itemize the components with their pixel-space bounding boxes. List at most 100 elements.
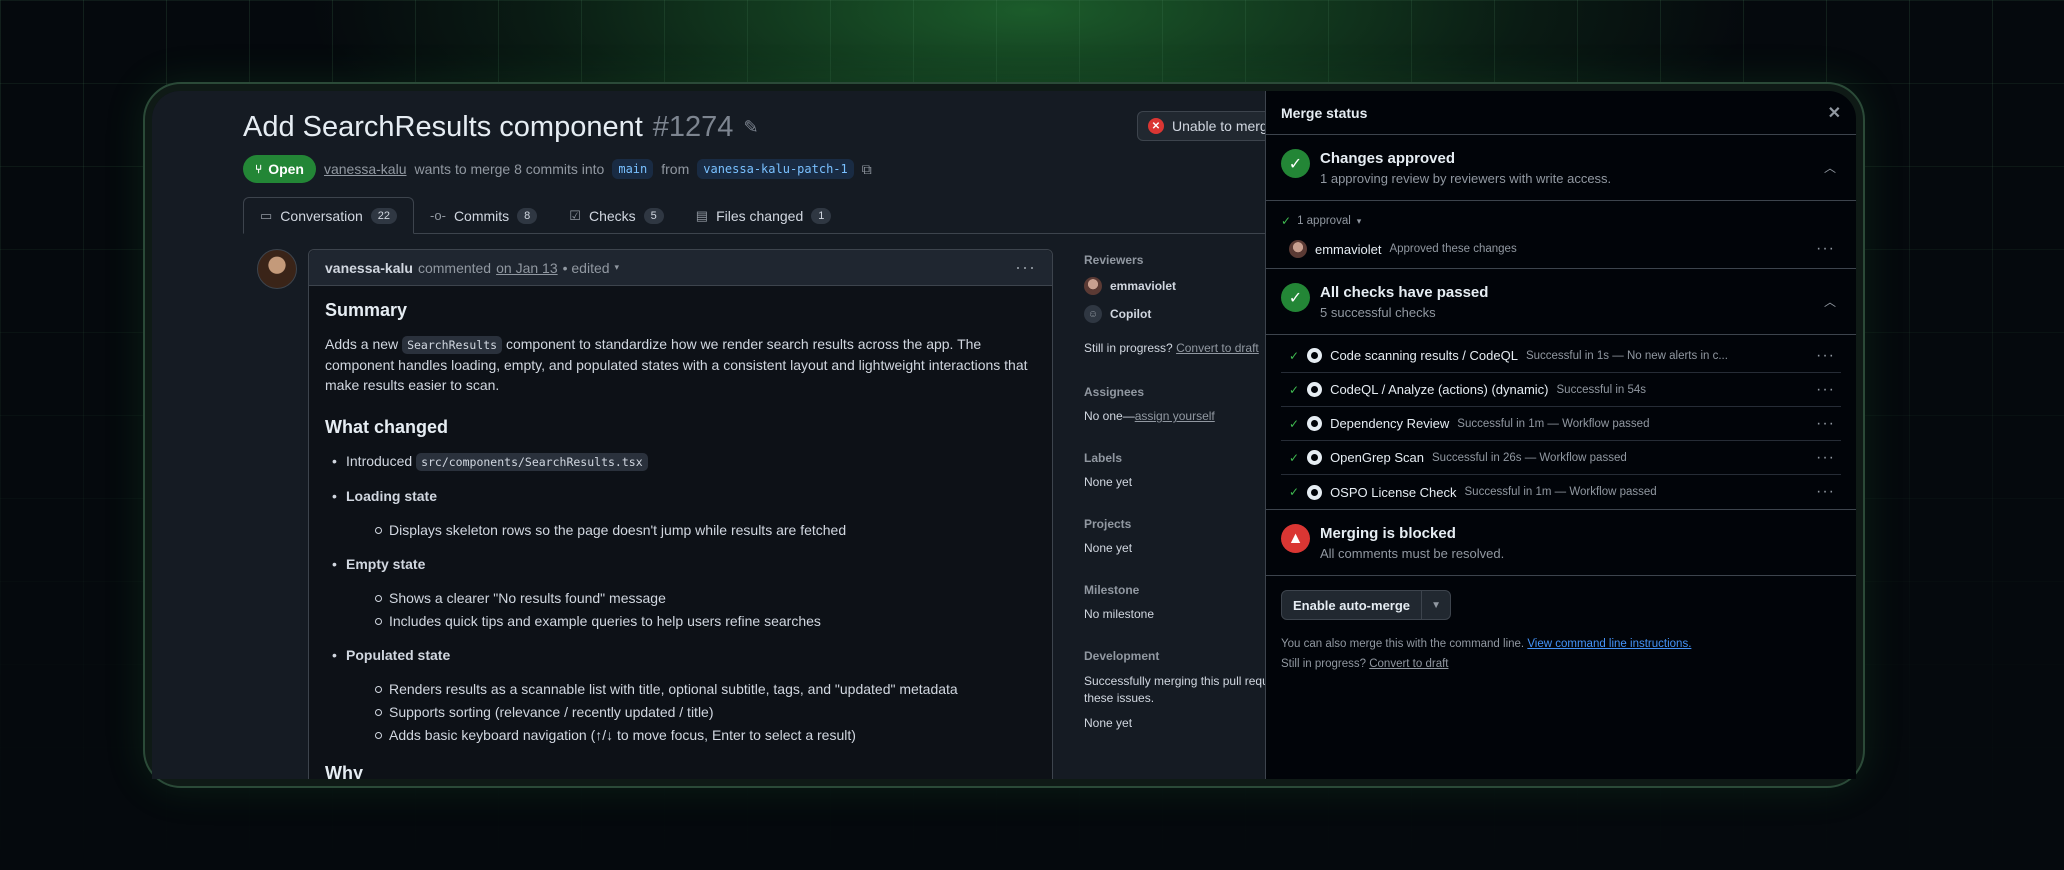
check-row[interactable]: ✓ OpenGrep Scan Successful in 26s — Work… [1281, 441, 1841, 475]
list-item-heading: Populated state [346, 647, 451, 663]
tab-checks[interactable]: ☑ Checks 5 [553, 197, 679, 234]
approval-row: emmaviolet Approved these changes ··· [1281, 240, 1841, 258]
development-text: Successfully merging this pull requ [1084, 674, 1269, 688]
tab-commits[interactable]: -o- Commits 8 [414, 197, 553, 234]
comment-edited[interactable]: • edited [563, 260, 610, 276]
projects-heading[interactable]: Projects [1084, 517, 1265, 531]
kebab-menu-icon[interactable]: ··· [1816, 449, 1835, 467]
summary-heading: Summary [325, 300, 408, 320]
reviewer-item[interactable]: emmaviolet [1084, 277, 1265, 295]
kebab-menu-icon[interactable]: ··· [1015, 257, 1036, 278]
triangle-down-icon[interactable]: ▼ [1422, 591, 1450, 619]
sub-list: Renders results as a scannable list with… [346, 679, 1036, 745]
labels-heading[interactable]: Labels [1084, 451, 1265, 465]
pr-description-comment: vanessa-kalu commented on Jan 13 • edite… [308, 249, 1053, 779]
kebab-menu-icon[interactable]: ··· [1816, 347, 1835, 365]
auto-merge-button-group: Enable auto-merge ▼ [1281, 590, 1452, 620]
enable-auto-merge-button[interactable]: Enable auto-merge [1282, 591, 1423, 619]
draft-note: Still in progress? Convert to draft [1281, 654, 1841, 674]
tab-label: Commits [453, 207, 510, 224]
convert-to-draft-link[interactable]: Convert to draft [1176, 341, 1259, 355]
tab-conversation[interactable]: ▭ Conversation 22 [243, 197, 415, 234]
cli-instructions-link[interactable]: View command line instructions. [1527, 638, 1691, 650]
kebab-menu-icon[interactable]: ··· [1816, 483, 1835, 501]
head-branch[interactable]: vanessa-kalu-patch-1 [697, 159, 854, 179]
base-branch[interactable]: main [612, 159, 654, 179]
approval-count: 1 approval [1297, 215, 1351, 227]
approver-name[interactable]: emmaviolet [1315, 242, 1381, 257]
unable-to-merge-label: Unable to merg [1172, 118, 1268, 134]
check-icon: ✓ [1289, 450, 1300, 465]
development-heading[interactable]: Development [1084, 649, 1265, 663]
tab-label: Checks [588, 207, 636, 224]
sub-list-item: Displays skeleton rows so the page doesn… [346, 520, 1036, 540]
check-icon: ✓ [1289, 382, 1300, 397]
milestone-section: Milestone No milestone [1084, 583, 1265, 621]
check-icon: ✓ [1289, 416, 1300, 431]
edit-pencil-icon[interactable]: ✎ [743, 117, 758, 138]
unable-to-merge-button[interactable]: ✕ Unable to merg [1137, 111, 1283, 141]
check-row[interactable]: ✓ CodeQL / Analyze (actions) (dynamic) S… [1281, 373, 1841, 407]
tab-files-changed[interactable]: ▤ Files changed 1 [680, 197, 848, 234]
chevron-up-icon[interactable]: ︿ [1824, 293, 1836, 310]
reviewers-section: Reviewers emmaviolet ☺ Copilot Still in … [1084, 253, 1265, 355]
merge-status-panel: Merge status ✕ ✓ Changes approved 1 appr… [1265, 91, 1856, 779]
reviewer-item[interactable]: ☺ Copilot [1084, 305, 1265, 323]
github-icon [1307, 484, 1323, 500]
checks-passed-section[interactable]: ✓ All checks have passed 5 successful ch… [1266, 269, 1856, 335]
assignees-value: No one—assign yourself [1084, 409, 1265, 423]
check-name: CodeQL / Analyze (actions) (dynamic) [1330, 382, 1549, 397]
pr-title: Add SearchResults component #1274 ✎ [243, 111, 759, 144]
checks-list: ✓ Code scanning results / CodeQL Success… [1266, 335, 1856, 510]
assignees-heading[interactable]: Assignees [1084, 385, 1265, 399]
x-circle-icon: ✕ [1148, 118, 1164, 134]
changes-approved-section[interactable]: ✓ Changes approved 1 approving review by… [1266, 135, 1856, 201]
copy-icon[interactable]: ⧉ [862, 161, 872, 178]
kebab-menu-icon[interactable]: ··· [1816, 381, 1835, 399]
pr-sidebar: Reviewers emmaviolet ☺ Copilot Still in … [1084, 253, 1269, 758]
comment-body: Summary Adds a new SearchResults compone… [309, 286, 1052, 779]
author-avatar[interactable] [257, 249, 297, 289]
section-subtitle: 5 successful checks [1320, 305, 1436, 320]
check-circle-icon: ✓ [1281, 149, 1310, 178]
comment-icon: ▭ [260, 207, 273, 223]
list-item: Populated state Renders results as a sca… [325, 645, 1036, 745]
approvals-list: ✓ 1 approval ▾ emmaviolet Approved these… [1266, 201, 1856, 269]
kebab-menu-icon[interactable]: ··· [1816, 240, 1835, 258]
list-item-heading: Loading state [346, 488, 438, 504]
section-subtitle: 1 approving review by reviewers with wri… [1320, 171, 1612, 186]
comment-date[interactable]: on Jan 13 [496, 260, 558, 276]
kebab-menu-icon[interactable]: ··· [1816, 415, 1835, 433]
check-row[interactable]: ✓ OSPO License Check Successful in 1m — … [1281, 475, 1841, 509]
section-subtitle: All comments must be resolved. [1320, 546, 1505, 561]
check-description: Successful in 26s — Workflow passed [1432, 451, 1627, 464]
convert-to-draft-link[interactable]: Convert to draft [1369, 658, 1448, 670]
close-icon[interactable]: ✕ [1828, 103, 1841, 123]
assign-yourself-link[interactable]: assign yourself [1135, 409, 1215, 423]
reviewers-heading[interactable]: Reviewers [1084, 253, 1265, 267]
sub-list: Shows a clearer "No results found" messa… [346, 588, 1036, 631]
comment-author[interactable]: vanessa-kalu [325, 260, 413, 276]
from-label: from [661, 161, 690, 177]
chevron-down-icon[interactable]: ▾ [615, 262, 620, 273]
check-row[interactable]: ✓ Code scanning results / CodeQL Success… [1281, 339, 1841, 373]
author-link[interactable]: vanessa-kalu [324, 161, 407, 177]
check-row[interactable]: ✓ Dependency Review Successful in 1m — W… [1281, 407, 1841, 441]
approval-toggle[interactable]: ✓ 1 approval ▾ [1281, 214, 1841, 228]
reviewer-name: emmaviolet [1110, 279, 1177, 293]
chevron-down-icon: ▾ [1356, 215, 1362, 226]
check-description: Successful in 1s — No new alerts in c... [1525, 349, 1728, 362]
approval-description: Approved these changes [1389, 243, 1517, 255]
projects-section: Projects None yet [1084, 517, 1265, 555]
pr-page: Add SearchResults component #1274 ✎ ⑂ Op… [152, 91, 1283, 779]
milestone-heading[interactable]: Milestone [1084, 583, 1265, 597]
list-item: Empty state Shows a clearer "No results … [325, 554, 1036, 631]
changes-list: Introduced src/components/SearchResults.… [325, 451, 1036, 745]
merge-description: wants to merge 8 commits into [414, 161, 605, 177]
sub-list-item: Adds basic keyboard navigation (↑/↓ to m… [346, 725, 1036, 745]
avatar[interactable] [1289, 240, 1307, 258]
tab-counter: 8 [517, 207, 538, 224]
list-item: Introduced src/components/SearchResults.… [325, 451, 1036, 472]
chevron-up-icon[interactable]: ︿ [1824, 159, 1836, 176]
status-badge: ⑂ Open [243, 155, 316, 183]
